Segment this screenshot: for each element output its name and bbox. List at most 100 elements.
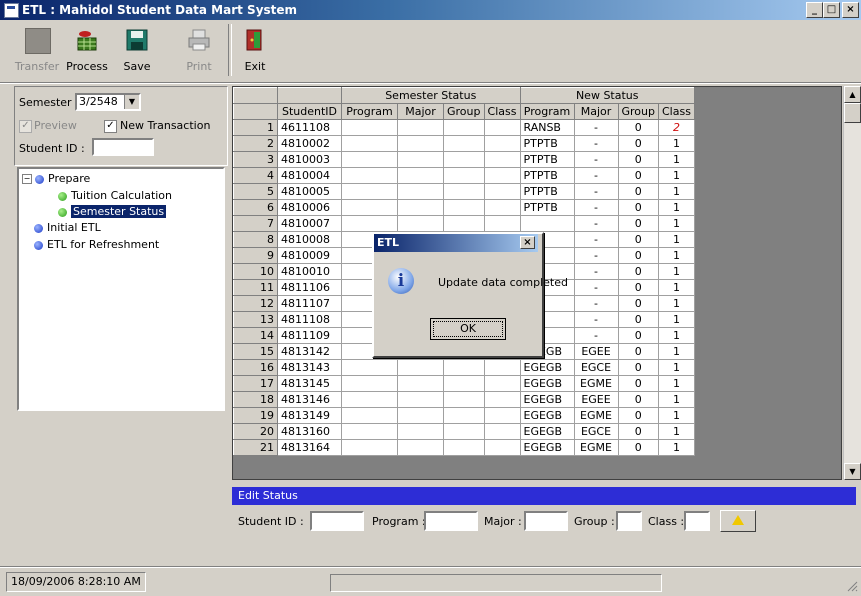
edit-program-input[interactable]	[424, 511, 478, 531]
table-row[interactable]: 16 4813143 EGEGB EGCE 0 1	[233, 359, 695, 376]
collapse-icon[interactable]: −	[22, 174, 32, 184]
table-row[interactable]: 17 4813145 EGEGB EGME 0 1	[233, 375, 695, 392]
table-row[interactable]: 5 4810005 PTPTB -0 1	[233, 183, 695, 200]
edit-major-label: Major :	[484, 515, 522, 528]
row-number[interactable]: 1	[233, 119, 278, 136]
sem-class-cell	[483, 199, 521, 216]
student-id-cell: 4813145	[277, 375, 342, 392]
statusbar-divider	[0, 566, 861, 568]
save-button[interactable]: Save	[112, 22, 162, 80]
column-header[interactable]: Class	[483, 103, 521, 120]
preview-checkbox[interactable]: ✓	[19, 120, 32, 133]
minimize-button[interactable]: _	[806, 2, 823, 18]
process-button[interactable]: Process	[62, 22, 112, 80]
tree-item-prepare[interactable]: − Prepare	[22, 172, 90, 185]
table-row[interactable]: 6 4810006 PTPTB -0 1	[233, 199, 695, 216]
row-number[interactable]: 19	[233, 407, 278, 424]
edit-major-input[interactable]	[524, 511, 568, 531]
column-header[interactable]: Major	[573, 103, 619, 120]
column-header[interactable]: Class	[658, 103, 695, 120]
row-number[interactable]: 14	[233, 327, 278, 344]
table-row[interactable]: 21 4813164 EGEGB EGME 0 1	[233, 439, 695, 456]
tree-item-semester-status[interactable]: Semester Status	[58, 205, 167, 218]
row-number[interactable]: 12	[233, 295, 278, 312]
row-number[interactable]: 15	[233, 343, 278, 360]
row-number[interactable]: 13	[233, 311, 278, 328]
row-number[interactable]: 11	[233, 279, 278, 296]
sem-class-cell	[483, 167, 521, 184]
sem-group-cell	[443, 375, 485, 392]
student-id-input[interactable]	[92, 138, 154, 156]
edit-student-id-label: Student ID :	[238, 515, 304, 528]
row-number[interactable]: 20	[233, 423, 278, 440]
row-number[interactable]: 8	[233, 231, 278, 248]
scroll-up-icon[interactable]: ▲	[844, 86, 861, 103]
new-group-cell: 0	[617, 375, 659, 392]
new-major-cell: -	[573, 279, 619, 296]
new-group-cell: 0	[617, 215, 659, 232]
exit-button[interactable]: Exit	[230, 22, 280, 80]
dialog-close-button[interactable]: ×	[520, 236, 535, 249]
sem-class-cell	[483, 183, 521, 200]
sem-major-cell	[397, 183, 444, 200]
tree-item-initial-etl[interactable]: Initial ETL	[34, 221, 101, 234]
semester-label: Semester :	[19, 96, 79, 109]
column-header[interactable]: Program	[519, 103, 575, 120]
table-row[interactable]: 19 4813149 EGEGB EGME 0 1	[233, 407, 695, 424]
update-arrow-button[interactable]	[720, 510, 756, 532]
row-number[interactable]: 5	[233, 183, 278, 200]
edit-class-input[interactable]	[684, 511, 710, 531]
row-number[interactable]: 17	[233, 375, 278, 392]
row-number[interactable]: 21	[233, 439, 278, 456]
student-id-cell: 4811109	[277, 327, 342, 344]
scroll-down-icon[interactable]: ▼	[844, 463, 861, 480]
new-program-cell: PTPTB	[519, 199, 575, 216]
new-transaction-checkbox[interactable]: ✓	[104, 120, 117, 133]
table-row[interactable]: 18 4813146 EGEGB EGEE 0 1	[233, 391, 695, 408]
grid-scrollbar[interactable]: ▲ ▼	[843, 86, 861, 480]
row-number[interactable]: 18	[233, 391, 278, 408]
maximize-button[interactable]: □	[823, 2, 840, 18]
table-row[interactable]: 20 4813160 EGEGB EGCE 0 1	[233, 423, 695, 440]
close-button[interactable]: ×	[842, 2, 859, 18]
message-dialog: ETL × i Update data completed OK	[372, 232, 568, 358]
table-row[interactable]: 4 4810004 PTPTB -0 1	[233, 167, 695, 184]
student-id-cell: 4813142	[277, 343, 342, 360]
column-header[interactable]: Program	[341, 103, 398, 120]
print-button[interactable]: Print	[174, 22, 224, 80]
dialog-ok-button[interactable]: OK	[430, 318, 506, 340]
row-number[interactable]: 6	[233, 199, 278, 216]
tree-item-tuition[interactable]: Tuition Calculation	[58, 189, 172, 202]
row-number[interactable]: 7	[233, 215, 278, 232]
column-header[interactable]: Major	[397, 103, 444, 120]
edit-status-header: Edit Status	[232, 487, 856, 505]
row-number[interactable]: 9	[233, 247, 278, 264]
sem-group-cell	[443, 439, 485, 456]
row-number[interactable]: 4	[233, 167, 278, 184]
table-row[interactable]: 2 4810002 PTPTB -0 1	[233, 135, 695, 152]
row-number[interactable]: 3	[233, 151, 278, 168]
scroll-thumb[interactable]	[844, 103, 861, 123]
transfer-button[interactable]: Transfer	[12, 22, 62, 80]
row-number[interactable]: 10	[233, 263, 278, 280]
row-number[interactable]: 2	[233, 135, 278, 152]
resize-grip-icon[interactable]	[846, 580, 858, 592]
edit-group-input[interactable]	[616, 511, 642, 531]
row-number[interactable]: 16	[233, 359, 278, 376]
column-header[interactable]: Group	[443, 103, 485, 120]
semester-select[interactable]: 3/2548 ▼	[75, 93, 141, 111]
sem-group-cell	[443, 423, 485, 440]
table-row[interactable]: 7 4810007 -0 1	[233, 215, 695, 232]
chevron-down-icon[interactable]: ▼	[124, 95, 139, 109]
edit-student-id-input[interactable]	[310, 511, 364, 531]
table-row[interactable]: 1 4611108 RANSB -0 2	[233, 119, 695, 136]
table-row[interactable]: 3 4810003 PTPTB -0 1	[233, 151, 695, 168]
column-header[interactable]: StudentID	[277, 103, 342, 120]
student-id-cell: 4813164	[277, 439, 342, 456]
sem-program-cell	[341, 391, 398, 408]
tree-item-etl-refresh[interactable]: ETL for Refreshment	[34, 238, 159, 251]
sem-program-cell	[341, 119, 398, 136]
column-header[interactable]: Group	[617, 103, 659, 120]
new-major-cell: EGEE	[573, 391, 619, 408]
new-program-cell: EGEGB	[519, 407, 575, 424]
